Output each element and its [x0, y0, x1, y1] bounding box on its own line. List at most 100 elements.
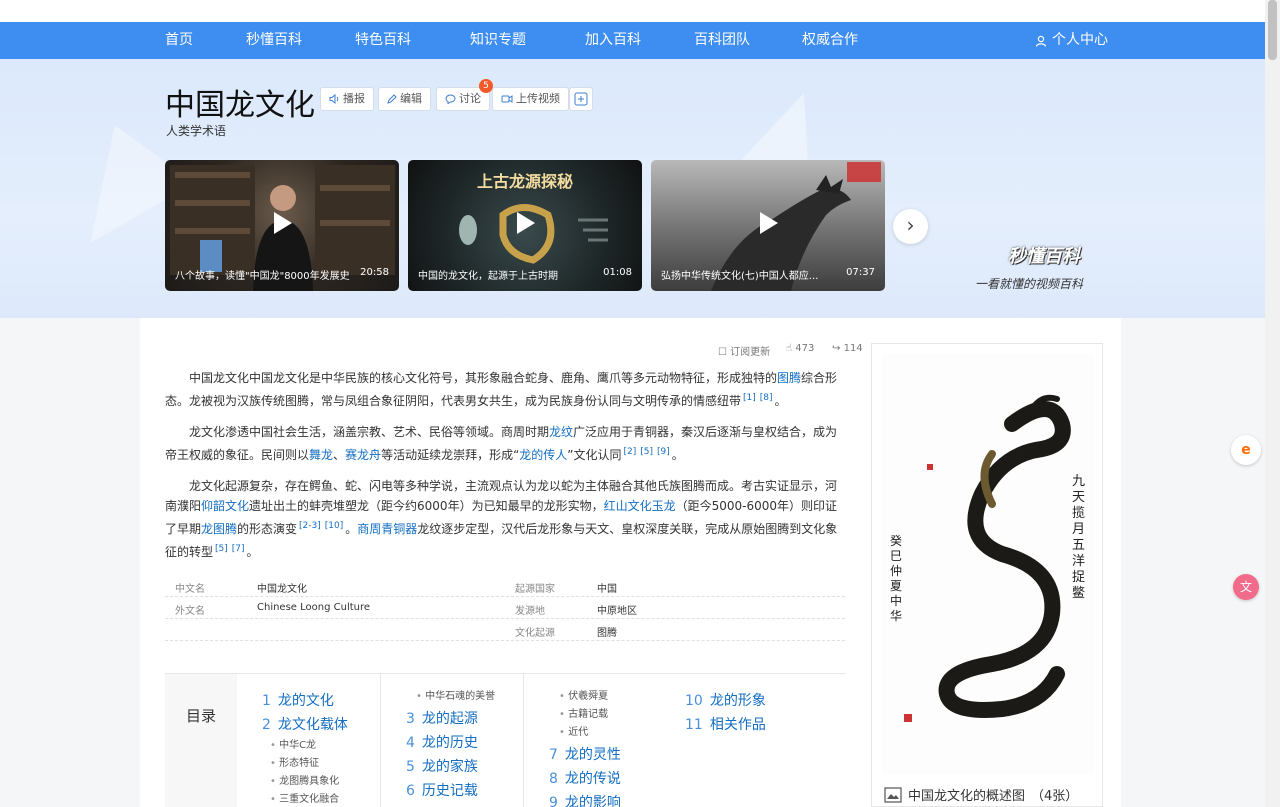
scrollbar-thumb[interactable]: [1268, 0, 1277, 60]
broadcast-label: 播报: [343, 92, 365, 105]
subscribe-button[interactable]: ☐ 订阅更新: [718, 343, 770, 358]
reference-link[interactable]: [7]: [232, 544, 245, 554]
toc-item[interactable]: 7 龙的灵性: [549, 744, 621, 764]
basic-info-table: 中文名 中国龙文化 起源国家 中国 外文名 Chinese Loong Cult…: [165, 575, 845, 641]
reference-link[interactable]: [8]: [760, 393, 773, 403]
toc-subitem[interactable]: 中华石魂的美誉: [416, 687, 495, 702]
reference-link[interactable]: [2-3]: [299, 521, 321, 531]
toc-item-title: 龙的历史: [421, 735, 478, 751]
broadcast-button[interactable]: 播报: [320, 87, 374, 111]
toc-item[interactable]: 11 相关作品: [685, 714, 766, 734]
upload-video-label: 上传视频: [516, 92, 560, 105]
toc-subitem[interactable]: 伏羲舜夏: [559, 687, 608, 702]
video-card[interactable]: 八个故事，读懂"中国龙"8000年发展史 20:58: [165, 160, 399, 291]
toc-subitem[interactable]: 形态特征: [270, 754, 319, 769]
toc-item-number: 8: [549, 771, 558, 787]
summary-paragraph: 中国龙文化中国龙文化是中华民族的核心文化符号，其形象融合蛇身、鹿角、鹰爪等多元动…: [165, 368, 845, 411]
toc-item[interactable]: 10 龙的形象: [685, 690, 766, 710]
video-caption: 弘扬中华传统文化(七)中国人都应... 07:37: [661, 267, 875, 282]
upload-video-button[interactable]: 上传视频: [492, 87, 569, 111]
like-button[interactable]: ☝ 473: [786, 343, 814, 354]
top-navbar: 首页 秒懂百科 特色百科 知识专题 加入百科 百科团队 权威合作 个人中心: [0, 22, 1265, 59]
page-scrollbar[interactable]: [1265, 0, 1280, 807]
video-card[interactable]: 上古龙源探秘 中国的龙文化，起源于上古时期 01:08: [408, 160, 642, 291]
link-shang-zhou-bronze[interactable]: 商周青铜器: [357, 522, 417, 536]
link-dragon-pattern[interactable]: 龙纹: [549, 425, 573, 439]
toc-item[interactable]: 3 龙的起源: [406, 708, 478, 728]
video-title: 弘扬中华传统文化(七)中国人都应...: [661, 271, 819, 282]
link-dragon-boat[interactable]: 赛龙舟: [345, 448, 381, 462]
video-title: 中国的龙文化，起源于上古时期: [418, 271, 558, 282]
share-icon: ↪: [832, 343, 841, 354]
toc-item-title: 龙的起源: [421, 711, 478, 727]
toc-subitem[interactable]: 古籍记载: [559, 705, 608, 720]
nav-item-team[interactable]: 百科团队: [694, 22, 750, 59]
chat-bubble-icon: [445, 94, 456, 104]
toc-item[interactable]: 9 龙的影响: [549, 792, 621, 807]
toc-item-number: 5: [406, 759, 415, 775]
toc-item[interactable]: 8 龙的传说: [549, 768, 621, 788]
reference-link[interactable]: [5]: [640, 447, 653, 457]
info-value: 中原地区: [597, 606, 637, 617]
user-center-link[interactable]: 个人中心: [1035, 22, 1108, 59]
pencil-icon: [387, 94, 397, 104]
toc-item-number: 6: [406, 783, 415, 799]
link-yangshao[interactable]: 仰韶文化: [201, 499, 249, 513]
link-dragon-dance[interactable]: 舞龙: [309, 448, 333, 462]
calligraphy-inscription-left: 癸巳仲夏 中华: [890, 534, 903, 623]
toc-item[interactable]: 2 龙文化载体: [262, 714, 348, 734]
para-text: 、: [333, 448, 346, 462]
toc-item-title: 龙的家族: [421, 759, 478, 775]
overview-album[interactable]: 九天揽月 五洋捉鳖 癸巳仲夏 中华 中国龙文化的概述图 （4张）: [871, 343, 1103, 807]
link-dragon-totem[interactable]: 龙图腾: [201, 522, 237, 536]
toc-item-title: 相关作品: [709, 717, 766, 733]
like-count: 473: [795, 343, 815, 354]
nav-item-join[interactable]: 加入百科: [585, 22, 641, 59]
reference-link[interactable]: [5]: [215, 544, 228, 554]
summary-paragraph: 龙文化渗透中国社会生活，涵盖宗教、艺术、民俗等领域。商周时期龙纹广泛应用于青铜器…: [165, 422, 845, 465]
ali-1688-floating-icon[interactable]: e: [1231, 435, 1261, 465]
reference-link[interactable]: [1]: [743, 393, 756, 403]
reference-link[interactable]: [9]: [657, 447, 670, 457]
info-value: 中国: [597, 584, 617, 595]
toc-column: 中华石魂的美誉 3 龙的起源 4 龙的历史 5 龙的家族 6 历史记载: [380, 674, 523, 807]
reference-link[interactable]: [10]: [325, 521, 343, 531]
link-hongshan-jade-dragon[interactable]: 红山文化玉龙: [604, 499, 676, 513]
toc-item-number: 10: [685, 693, 703, 709]
nav-item-featured[interactable]: 特色百科: [355, 22, 411, 59]
nav-item-topics[interactable]: 知识专题: [470, 22, 526, 59]
toc-item[interactable]: 6 历史记载: [406, 780, 478, 800]
link-totem[interactable]: 图腾: [777, 371, 801, 385]
basic-info-row: 文化起源 图腾: [165, 619, 845, 641]
video-carousel-next-button[interactable]: ›: [893, 209, 928, 244]
toc-item[interactable]: 4 龙的历史: [406, 732, 478, 752]
nav-item-cooperation[interactable]: 权威合作: [802, 22, 858, 59]
video-title: 八个故事，读懂"中国龙"8000年发展史: [175, 271, 350, 282]
video-card[interactable]: 弘扬中华传统文化(七)中国人都应... 07:37: [651, 160, 885, 291]
nav-item-home[interactable]: 首页: [165, 22, 193, 59]
toc-item[interactable]: 1 龙的文化: [262, 690, 334, 710]
share-button[interactable]: ↪ 114: [832, 343, 863, 354]
reference-link[interactable]: [2]: [624, 447, 637, 457]
thumbs-up-icon: ☝: [786, 343, 793, 354]
para-text: 中国龙文化中国龙文化是中华民族的核心文化符号，其形象融合蛇身、鹿角、鹰爪等多元动…: [189, 371, 778, 385]
summary-paragraph: 龙文化起源复杂，存在鳄鱼、蛇、闪电等多种学说，主流观点认为龙以蛇为主体融合其他氏…: [165, 476, 845, 562]
toc-column: 1 龙的文化 2 龙文化载体 中华C龙 形态特征 龙图腾具象化 三重文化融合: [237, 674, 380, 807]
edit-button[interactable]: 编辑: [378, 87, 431, 111]
toc-subitem[interactable]: 近代: [559, 723, 588, 738]
toc-item-number: 4: [406, 735, 415, 751]
toc-subitem[interactable]: 龙图腾具象化: [270, 772, 339, 787]
link-descendants-of-dragon[interactable]: 龙的传人: [519, 448, 567, 462]
translate-floating-icon[interactable]: 文: [1233, 574, 1259, 600]
toc-subitem[interactable]: 中华C龙: [270, 736, 316, 751]
browser-top-strip: [0, 0, 1265, 22]
add-button[interactable]: [569, 87, 593, 111]
para-text: 。: [345, 522, 358, 536]
info-key: 中文名: [175, 584, 205, 595]
nav-item-miaodong[interactable]: 秒懂百科: [246, 22, 302, 59]
toc-subitem[interactable]: 三重文化融合: [270, 790, 339, 805]
brand-logo: 秒懂百科: [1008, 246, 1080, 267]
toc-item[interactable]: 5 龙的家族: [406, 756, 478, 776]
toc-item-title: 龙的传说: [564, 771, 621, 787]
video-caption: 中国的龙文化，起源于上古时期 01:08: [418, 267, 632, 282]
